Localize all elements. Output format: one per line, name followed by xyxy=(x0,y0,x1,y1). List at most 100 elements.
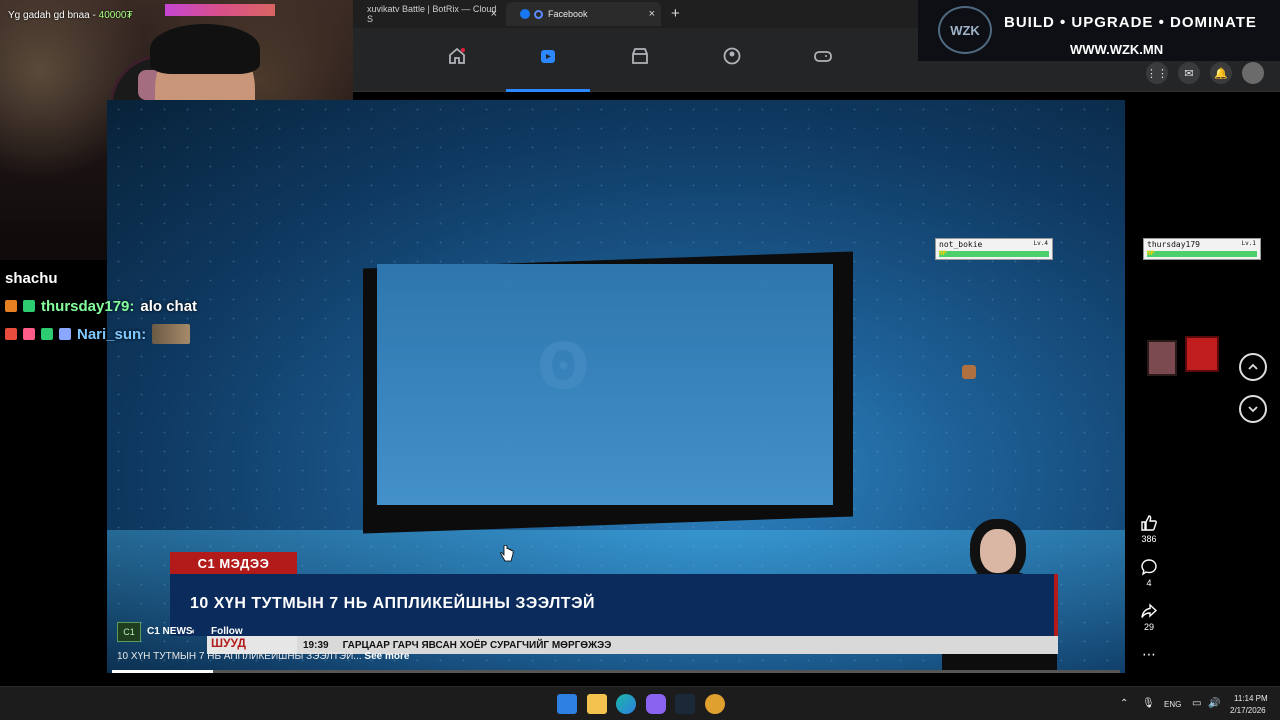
browser-tab-strip: xuvikatv Battle | BotRix — Cloud S × Fac… xyxy=(353,0,918,28)
caption-text: 10 ХҮН ТУТМЫН 7 НЬ АППЛИКЕЙШНЫ ЗЭЭЛТЭЙ..… xyxy=(117,651,365,662)
language-indicator[interactable]: ENG xyxy=(1164,700,1181,709)
donation-text: Yg gadah gd bnaa - 40000₮ xyxy=(8,10,133,21)
pixel-pet-sprite xyxy=(962,365,976,379)
hp-fill xyxy=(1147,251,1257,257)
news-ticker: 19:39 ГАРЦААР ГАРЧ ЯВСАН ХОЁР СУРАГЧИЙГ … xyxy=(297,636,1058,654)
reel-caption: 10 ХҮН ТУТМЫН 7 НЬ АППЛИКЕЙШНЫ ЗЭЭЛТЭЙ..… xyxy=(117,651,409,662)
chevron-down-icon xyxy=(1248,406,1258,413)
comment-count: 4 xyxy=(1146,578,1152,588)
close-tab-icon[interactable]: × xyxy=(649,8,655,20)
hp-fill xyxy=(939,251,1049,257)
comment-icon xyxy=(1141,559,1157,576)
share-button[interactable]: 29 xyxy=(1133,602,1165,632)
tab-label: xuvikatv Battle | BotRix — Cloud S xyxy=(367,4,497,24)
led-light xyxy=(165,4,275,16)
emote-image xyxy=(152,324,191,344)
tab-label: Facebook xyxy=(548,9,588,19)
faded-logo: ʘ xyxy=(537,330,590,403)
sponsor-tagline: BUILD • UPGRADE • DOMINATE xyxy=(1004,14,1257,31)
pin-badge-icon xyxy=(5,328,17,340)
page-avatar[interactable]: C1 xyxy=(117,622,141,642)
heart-badge-icon xyxy=(23,328,35,340)
file-explorer-icon[interactable] xyxy=(587,694,607,714)
thumbs-up-icon xyxy=(1141,515,1157,531)
video-progress-bar[interactable] xyxy=(112,670,1120,673)
sub-badge-icon xyxy=(23,300,35,312)
comment-button[interactable]: 4 xyxy=(1133,558,1165,588)
marketplace-icon[interactable] xyxy=(598,46,682,92)
chat-overlay: shachu thursday179: alo chat Nari_sun: xyxy=(5,264,197,348)
close-tab-icon[interactable]: × xyxy=(491,8,497,20)
chat-line: thursday179: alo chat xyxy=(5,292,197,320)
hp-player-name: not_bokie xyxy=(939,240,983,249)
hp-level: Lv.1 xyxy=(1241,240,1256,247)
pixel-monster-sprite xyxy=(1185,336,1219,372)
recording-icon xyxy=(534,9,543,19)
notifications-icon[interactable]: 🔔 xyxy=(1210,62,1232,84)
share-count: 29 xyxy=(1143,622,1154,632)
edge-browser-icon[interactable] xyxy=(616,694,636,714)
reels-icon[interactable] xyxy=(506,46,590,92)
headline-text: 10 ХҮН ТУТМЫН 7 НЬ АППЛИКЕЙШНЫ ЗЭЭЛТЭЙ xyxy=(190,595,595,612)
clock-date[interactable]: 2/17/2026 xyxy=(1230,706,1266,715)
badge-icon xyxy=(5,300,17,312)
pixel-character-sprite xyxy=(1147,340,1177,376)
next-reel-button[interactable] xyxy=(1239,395,1267,423)
sponsor-banner: WZK BUILD • UPGRADE • DOMINATE WWW.WZK.M… xyxy=(918,0,1280,61)
studio-screen xyxy=(377,264,833,505)
hp-bar xyxy=(939,251,1049,257)
share-icon xyxy=(1141,603,1158,618)
tray-chevron-icon[interactable]: ⌃ xyxy=(1120,698,1128,709)
like-button[interactable]: 386 xyxy=(1133,514,1165,544)
hp-card: not_bokie Lv.4 HP xyxy=(935,238,1053,260)
profile-avatar[interactable] xyxy=(1242,62,1264,84)
ticker-time: 19:39 xyxy=(303,639,329,651)
home-icon[interactable] xyxy=(415,46,499,92)
follow-button[interactable]: Follow xyxy=(211,626,243,637)
clock-time[interactable]: 11:14 PM xyxy=(1234,694,1268,703)
facebook-icon xyxy=(520,9,530,19)
hp-label: HP xyxy=(939,250,947,257)
chat-line: shachu xyxy=(5,264,197,292)
menu-grid-icon[interactable]: ⋮⋮ xyxy=(1146,62,1168,84)
tab-facebook[interactable]: Facebook × xyxy=(506,2,661,26)
header-right-icons: ⋮⋮ ✉ 🔔 xyxy=(1146,62,1264,84)
gaming-icon[interactable] xyxy=(781,46,865,92)
microphone-icon[interactable]: 🎙 xyxy=(1142,698,1155,709)
more-options-icon[interactable]: ⋯ xyxy=(1133,646,1165,663)
sponsor-url: WWW.WZK.MN xyxy=(1070,42,1164,57)
chevron-up-icon xyxy=(1248,363,1258,370)
chat-username: thursday179: xyxy=(41,297,135,315)
windows-start-icon[interactable] xyxy=(557,694,577,714)
streamer-hair xyxy=(150,24,260,74)
chat-line: Nari_sun: xyxy=(5,320,197,348)
hand-cursor-icon xyxy=(500,545,514,562)
see-more-link[interactable]: See more xyxy=(364,651,409,662)
hp-label: HP xyxy=(1147,250,1155,257)
verified-icon: ◐ xyxy=(191,626,197,636)
page-name[interactable]: C1 NEWS xyxy=(147,626,193,637)
like-count: 386 xyxy=(1141,534,1157,544)
hp-level: Lv.4 xyxy=(1033,240,1048,247)
reel-video[interactable]: ʘ С1 МЭДЭЭ 10 ХҮН ТУТМЫН 7 НЬ АППЛИКЕЙШН… xyxy=(107,100,1125,673)
news-label: С1 МЭДЭЭ xyxy=(170,552,297,574)
progress-fill xyxy=(112,670,213,673)
app-icon[interactable] xyxy=(705,694,725,714)
hp-card: thursday179 Lv.1 HP xyxy=(1143,238,1261,260)
tab-botrix[interactable]: xuvikatv Battle | BotRix — Cloud S × xyxy=(353,2,503,26)
network-icon[interactable]: ▭ xyxy=(1192,698,1201,709)
chat-message: alo chat xyxy=(140,297,198,315)
new-tab-button[interactable]: + xyxy=(671,5,680,22)
windows-taskbar: ⌃ 🎙 ENG ▭ 🔊 11:14 PM 2/17/2026 xyxy=(0,686,1280,720)
discord-icon[interactable] xyxy=(646,694,666,714)
steam-icon[interactable] xyxy=(675,694,695,714)
chat-username: Nari_sun: xyxy=(77,325,147,343)
groups-icon[interactable] xyxy=(690,46,774,92)
donation-message: Yg gadah gd bnaa - xyxy=(8,10,99,21)
messenger-icon[interactable]: ✉ xyxy=(1178,62,1200,84)
volume-icon[interactable]: 🔊 xyxy=(1208,698,1220,709)
hp-bar xyxy=(1147,251,1257,257)
chat-username: shachu xyxy=(5,269,58,287)
previous-reel-button[interactable] xyxy=(1239,353,1267,381)
donation-amount: 40000₮ xyxy=(98,10,133,21)
